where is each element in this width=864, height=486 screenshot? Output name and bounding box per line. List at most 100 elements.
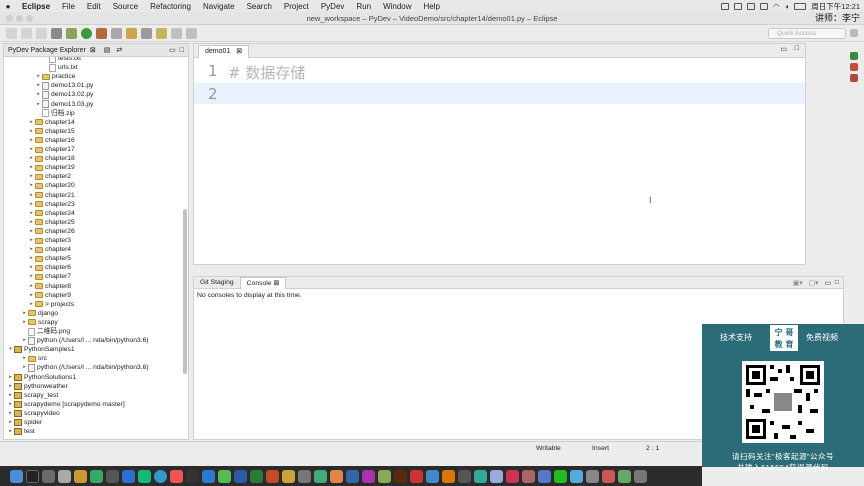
tray-icon[interactable] <box>721 2 730 10</box>
expand-right-icon[interactable]: ▸ <box>28 282 35 291</box>
tree-item[interactable]: ▸ django <box>21 309 58 318</box>
quick-access-input[interactable]: Quick Access <box>768 28 846 39</box>
debug-icon[interactable] <box>66 27 77 39</box>
terminal-icon[interactable] <box>26 469 39 483</box>
word-icon[interactable] <box>234 469 247 483</box>
debug-perspective-icon[interactable] <box>850 74 858 82</box>
expand-right-icon[interactable]: ▸ <box>7 427 14 436</box>
tree-item[interactable]: ▾ PythonSamples1 <box>7 345 75 354</box>
menu-pydev[interactable]: PyDev <box>315 2 351 11</box>
search-icon[interactable] <box>141 27 152 39</box>
expand-right-icon[interactable]: ▸ <box>28 227 35 236</box>
battery-icon[interactable] <box>794 2 807 10</box>
app-icon[interactable] <box>538 469 551 483</box>
tab-demo01[interactable]: demo01 ⊠ <box>198 45 250 58</box>
app-icon[interactable] <box>458 469 471 483</box>
git-perspective-icon[interactable] <box>850 63 858 71</box>
close-window-button[interactable] <box>6 15 13 22</box>
wifi-icon[interactable]: ◠ <box>773 2 780 11</box>
zoom-window-button[interactable] <box>26 15 33 22</box>
tab-git-staging[interactable]: Git Staging <box>194 277 240 289</box>
maximize-icon[interactable]: □ <box>180 47 184 54</box>
tree-item[interactable]: ▸ chapter19 <box>28 163 75 172</box>
tree-item[interactable]: urls.txt <box>42 63 78 72</box>
perspective-icon[interactable] <box>850 29 858 37</box>
new-icon[interactable] <box>6 27 17 39</box>
app-icon[interactable] <box>410 469 423 483</box>
run-icon[interactable] <box>81 27 92 39</box>
vscode-icon[interactable] <box>202 469 215 483</box>
tree-item[interactable]: ▸ chapter25 <box>28 218 75 227</box>
tray-icon[interactable] <box>760 2 769 10</box>
menu-window[interactable]: Window <box>377 2 417 11</box>
expand-right-icon[interactable]: ▸ <box>28 154 35 163</box>
expand-right-icon[interactable]: ▸ <box>35 72 42 81</box>
menu-edit[interactable]: Edit <box>81 2 107 11</box>
app-icon[interactable] <box>298 469 311 483</box>
tree-item[interactable]: ▸ > projects <box>28 300 74 309</box>
app-icon[interactable] <box>442 469 455 483</box>
menu-search[interactable]: Search <box>241 2 278 11</box>
tree-item[interactable]: ▸ chapter4 <box>28 245 71 254</box>
tree-item[interactable]: ▸ scrapyvideo <box>7 409 60 418</box>
minimize-window-button[interactable] <box>16 15 23 22</box>
forward-icon[interactable] <box>186 27 197 39</box>
safari-icon[interactable] <box>154 469 167 483</box>
menu-refactoring[interactable]: Refactoring <box>144 2 197 11</box>
tray-icon[interactable] <box>734 2 743 10</box>
app-icon[interactable] <box>618 469 631 483</box>
expand-right-icon[interactable]: ▸ <box>28 163 35 172</box>
expand-right-icon[interactable]: ▸ <box>7 418 14 427</box>
expand-right-icon[interactable]: ▸ <box>28 118 35 127</box>
tree-item[interactable]: ▸ demo13.03.py <box>35 100 93 109</box>
tree-item[interactable]: ▸ scrapydemo [scrapydemo master] <box>7 400 125 409</box>
tree-item[interactable]: ▸ pythonweather <box>7 382 68 391</box>
tray-icon[interactable] <box>747 2 756 10</box>
app-icon[interactable] <box>74 469 87 483</box>
menu-file[interactable]: File <box>56 2 81 11</box>
minimize-icon[interactable]: ▭ <box>824 279 830 287</box>
tree-item[interactable]: ▸ scrapy_test <box>7 391 58 400</box>
app-icon[interactable] <box>378 469 391 483</box>
tree-item[interactable]: ▸ chapter24 <box>28 209 75 218</box>
app-icon[interactable] <box>106 469 119 483</box>
wechat-icon[interactable] <box>554 469 567 483</box>
expand-right-icon[interactable]: ▸ <box>28 218 35 227</box>
powerpoint-icon[interactable] <box>266 469 279 483</box>
expand-right-icon[interactable]: ▸ <box>28 291 35 300</box>
launchpad-icon[interactable] <box>58 469 71 483</box>
menu-app-name[interactable]: Eclipse <box>16 2 56 11</box>
tree-item[interactable]: ▸ chapter6 <box>28 263 71 272</box>
app-icon[interactable] <box>186 469 199 483</box>
expand-right-icon[interactable]: ▸ <box>28 263 35 272</box>
expand-right-icon[interactable]: ▸ <box>28 191 35 200</box>
app-icon[interactable] <box>362 469 375 483</box>
tree-item[interactable]: ▸ chapter14 <box>28 118 75 127</box>
collapse-all-icon[interactable]: ▤ <box>104 46 111 54</box>
expand-right-icon[interactable]: ▸ <box>7 373 14 382</box>
expand-right-icon[interactable]: ▸ <box>21 309 28 318</box>
open-type-icon[interactable] <box>126 27 137 39</box>
tree-item[interactable]: ▸ chapter5 <box>28 254 71 263</box>
external-tools-icon[interactable] <box>96 27 107 39</box>
new-pydev-icon[interactable] <box>111 27 122 39</box>
tree-item[interactable]: ▸ spider <box>7 418 42 427</box>
annotation-icon[interactable] <box>156 27 167 39</box>
save-icon[interactable] <box>21 27 32 39</box>
minimize-icon[interactable]: ▭ <box>780 45 787 53</box>
expand-right-icon[interactable]: ▸ <box>21 363 28 372</box>
app-icon[interactable] <box>522 469 535 483</box>
maximize-icon[interactable]: □ <box>795 45 799 52</box>
tree-item[interactable]: ▸ chapter17 <box>28 145 75 154</box>
explorer-scrollbar[interactable] <box>183 209 187 374</box>
close-icon[interactable]: ⊠ <box>273 280 279 287</box>
app-icon[interactable] <box>346 469 359 483</box>
minimize-icon[interactable]: ▭ <box>169 46 176 54</box>
close-icon[interactable]: ⊠ <box>236 48 242 55</box>
tree-item[interactable]: ▸ chapter26 <box>28 227 75 236</box>
expand-right-icon[interactable]: ▸ <box>21 318 28 327</box>
expand-right-icon[interactable]: ▸ <box>7 391 14 400</box>
expand-right-icon[interactable]: ▸ <box>21 336 28 345</box>
volume-icon[interactable]: ◖ <box>785 2 790 11</box>
current-code-line[interactable]: 2 <box>194 83 805 104</box>
